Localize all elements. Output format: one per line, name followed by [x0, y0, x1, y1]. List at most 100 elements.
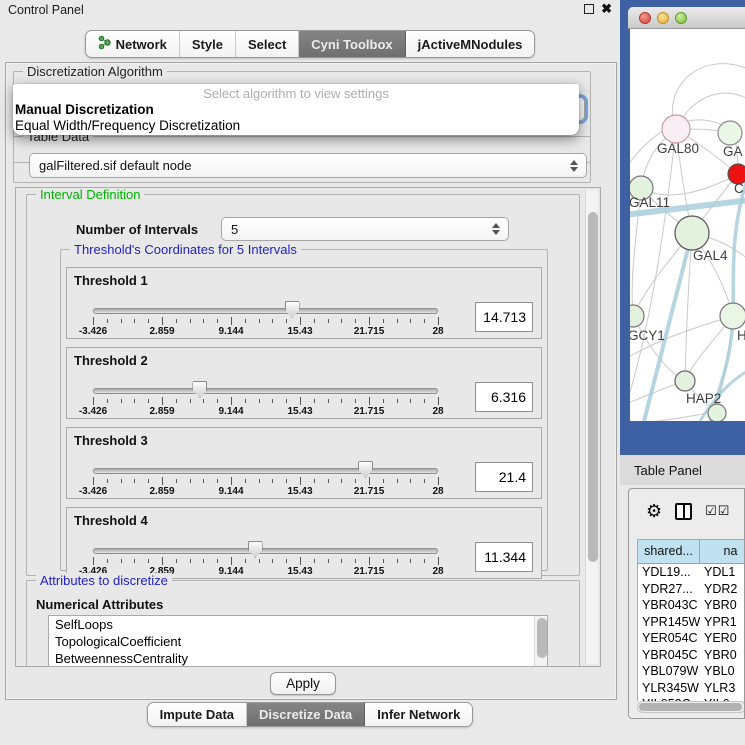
- gear-icon[interactable]: ⚙: [646, 502, 662, 520]
- apply-button[interactable]: Apply: [270, 672, 336, 695]
- table-data-combobox[interactable]: galFiltered.sif default node: [29, 153, 587, 178]
- node-label-gal11: GAL11: [630, 195, 670, 210]
- network-canvas[interactable]: GAL80GACGAL11GAL4GCY1HHAP2: [630, 29, 745, 421]
- threshold-value-field[interactable]: 21.4: [475, 462, 533, 492]
- tick-mark: [245, 319, 246, 323]
- algorithm-dropdown-popup: Select algorithm to view settings Manual…: [13, 84, 579, 135]
- float-icon[interactable]: [584, 4, 594, 14]
- node-label-ga: GA: [723, 144, 743, 159]
- tick-mark: [355, 559, 356, 563]
- tick-mark: [190, 319, 191, 323]
- numerical-attributes-list[interactable]: SelfLoopsTopologicalCoefficientBetweenne…: [48, 615, 548, 667]
- mac-minimize-button[interactable]: [657, 12, 669, 24]
- tab-select[interactable]: Select: [236, 31, 299, 57]
- network-edge[interactable]: [630, 129, 676, 409]
- table-row[interactable]: YBL079WYBL0: [638, 663, 745, 680]
- attribute-item-betweennesscentrality[interactable]: BetweennessCentrality: [49, 650, 547, 667]
- num-intervals-label: Number of Intervals: [76, 222, 198, 237]
- dropdown-item-equal-width-frequency-discretization[interactable]: Equal Width/Frequency Discretization: [13, 118, 579, 134]
- table-row[interactable]: YBR043CYBR0: [638, 597, 745, 614]
- dropdown-item-manual-discretization[interactable]: Manual Discretization: [13, 102, 579, 118]
- HAP2-node[interactable]: [675, 371, 695, 391]
- close-icon[interactable]: ✖: [601, 4, 612, 14]
- num-intervals-combobox[interactable]: 5: [221, 217, 509, 241]
- tab-network-label: Network: [116, 37, 167, 52]
- table-cell: YPR1: [700, 614, 745, 631]
- mac-close-button[interactable]: [639, 12, 651, 24]
- tab-infer-network-label: Infer Network: [377, 707, 460, 722]
- tab-impute-data[interactable]: Impute Data: [148, 703, 247, 726]
- table-cell: YDR2: [700, 581, 745, 598]
- attribute-item-topologicalcoefficient[interactable]: TopologicalCoefficient: [49, 633, 547, 650]
- slider-ticks: [93, 397, 438, 406]
- tick-mark: [300, 317, 301, 325]
- table-cell: YPR145W: [638, 614, 700, 631]
- slider-thumb[interactable]: [192, 381, 207, 398]
- tick-mark: [107, 319, 108, 323]
- select-columns-checkbox-icons[interactable]: ☑☑: [705, 503, 730, 519]
- tab-style-label: Style: [192, 37, 223, 52]
- slider-track[interactable]: [93, 308, 438, 314]
- table-cell: YLR3: [700, 680, 745, 697]
- tick-mark: [424, 479, 425, 483]
- settings-vertical-scrollbar[interactable]: [585, 190, 598, 664]
- interval-definition-title: Interval Definition: [36, 187, 144, 202]
- network-highlight-edge[interactable]: [644, 233, 692, 421]
- threshold-value-field[interactable]: 14.713: [475, 302, 533, 332]
- tick-mark: [424, 559, 425, 563]
- slider-track[interactable]: [93, 548, 438, 554]
- tick-label: 15.43: [287, 406, 312, 417]
- table-data-groupbox: Table Data galFiltered.sif default node: [13, 136, 591, 183]
- GAL80-node[interactable]: [662, 115, 690, 143]
- table-row[interactable]: YLR345WYLR3: [638, 680, 745, 697]
- table-row[interactable]: YDL19...YDL1: [638, 564, 745, 581]
- bottom-partial-node[interactable]: [708, 404, 726, 421]
- network-window-titlebar[interactable]: [628, 7, 745, 29]
- tick-mark: [272, 479, 273, 483]
- tab-impute-data-label: Impute Data: [160, 707, 234, 722]
- mac-zoom-button[interactable]: [675, 12, 687, 24]
- table-horizontal-scrollbar[interactable]: [637, 701, 745, 713]
- scrollbar-thumb[interactable]: [588, 212, 598, 562]
- top-right-node[interactable]: [718, 121, 742, 145]
- table-row[interactable]: YBR045CYBR0: [638, 647, 745, 664]
- node-label-gal80: GAL80: [657, 141, 699, 156]
- column-header-na[interactable]: na: [700, 540, 745, 564]
- slider-track[interactable]: [93, 468, 438, 474]
- tab-jactivemnodules[interactable]: jActiveMNodules: [406, 31, 535, 57]
- tab-cyni-toolbox[interactable]: Cyni Toolbox: [299, 31, 405, 57]
- panel-title: Control Panel: [8, 3, 84, 17]
- tick-mark: [93, 317, 94, 325]
- node-table[interactable]: shared...na YDL19...YDL1YDR27...YDR2YBR0…: [637, 539, 745, 701]
- GCY1-node[interactable]: [630, 305, 644, 327]
- scrollbar-thumb[interactable]: [537, 618, 547, 658]
- tick-mark: [272, 559, 273, 563]
- split-column-icon[interactable]: [675, 503, 692, 520]
- scrollbar-thumb[interactable]: [639, 703, 742, 711]
- network-view-window: GAL80GACGAL11GAL4GCY1HHAP2: [620, 0, 745, 455]
- GAL4-node[interactable]: [675, 216, 709, 250]
- table-row[interactable]: YER054CYER0: [638, 630, 745, 647]
- table-row[interactable]: YPR145WYPR1: [638, 614, 745, 631]
- threshold-value-field[interactable]: 6.316: [475, 382, 533, 412]
- attribute-item-selfloops[interactable]: SelfLoops: [49, 616, 547, 633]
- tick-mark: [397, 399, 398, 403]
- threshold-value-field[interactable]: 11.344: [475, 542, 533, 572]
- network-graph[interactable]: GAL80GACGAL11GAL4GCY1HHAP2: [630, 29, 745, 421]
- slider-track[interactable]: [93, 388, 438, 394]
- slider-thumb[interactable]: [248, 541, 263, 558]
- right-mid-node[interactable]: [720, 303, 745, 329]
- attributes-scrollbar[interactable]: [534, 616, 547, 667]
- tick-mark: [162, 317, 163, 325]
- tab-discretize-data[interactable]: Discretize Data: [247, 703, 365, 726]
- slider-thumb[interactable]: [358, 461, 373, 478]
- tab-style[interactable]: Style: [180, 31, 236, 57]
- column-header-shared[interactable]: shared...: [638, 540, 700, 564]
- tab-network[interactable]: Network: [86, 31, 180, 57]
- slider-thumb[interactable]: [285, 301, 300, 318]
- tick-mark: [176, 479, 177, 483]
- table-header-row: shared...na: [638, 540, 745, 564]
- tab-infer-network[interactable]: Infer Network: [365, 703, 472, 726]
- dropdown-placeholder-item[interactable]: Select algorithm to view settings: [13, 86, 579, 102]
- table-row[interactable]: YDR27...YDR2: [638, 581, 745, 598]
